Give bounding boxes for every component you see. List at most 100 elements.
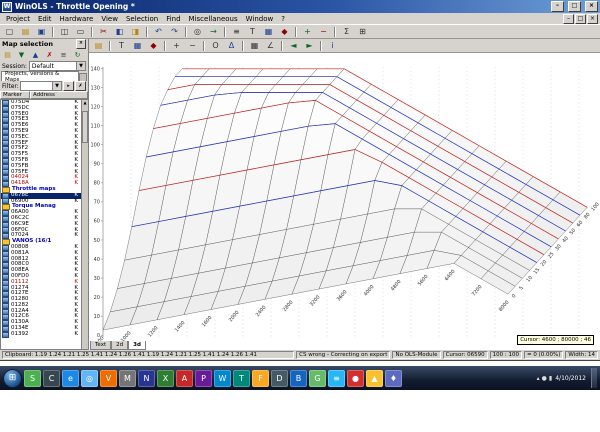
start-button[interactable]: ⊞	[3, 368, 22, 388]
filter-combo[interactable]: ▼	[19, 81, 62, 91]
new-button[interactable]: ▢	[2, 25, 17, 38]
view-tab-3d[interactable]: 3d	[128, 341, 146, 350]
chevron-down-icon[interactable]: ▼	[52, 82, 61, 90]
copy-button[interactable]: ◧	[112, 25, 127, 38]
menu-hardware[interactable]: Hardware	[56, 15, 98, 23]
panel-properties-button[interactable]: ≡	[57, 49, 70, 61]
panel-export-button[interactable]: ▲	[29, 49, 42, 61]
taskbar-app-icon[interactable]: D	[271, 369, 288, 387]
taskbar-app-icon[interactable]: ▲	[366, 369, 383, 387]
panel-import-button[interactable]: ▼	[15, 49, 28, 61]
taskbar-app-icon[interactable]: V	[100, 369, 117, 387]
prev-map-button[interactable]: ◄	[286, 39, 301, 52]
list-scrollbar[interactable]: ▲	[81, 100, 88, 349]
mdi-minimize-button[interactable]: –	[563, 13, 574, 24]
menu-selection[interactable]: Selection	[122, 15, 162, 23]
tray-icon[interactable]: ▮	[549, 375, 552, 382]
goto-button[interactable]: →	[206, 25, 221, 38]
preview-button[interactable]: ▭	[73, 25, 88, 38]
save-button[interactable]: ▣	[34, 25, 49, 38]
close-button[interactable]: ×	[585, 1, 598, 12]
map-2d-view-button[interactable]: ▦	[130, 39, 145, 52]
taskbar-app-icon[interactable]: P	[195, 369, 212, 387]
menu-window[interactable]: Window	[242, 15, 278, 23]
title-bar[interactable]: W WinOLS - Throttle Opening * – □ ×	[0, 0, 600, 13]
panel-refresh-button[interactable]: ↻	[71, 49, 84, 61]
paste-button[interactable]: ◨	[128, 25, 143, 38]
taskbar-app-icon[interactable]: T	[233, 369, 250, 387]
original-button[interactable]: O	[208, 39, 223, 52]
minimize-button[interactable]: –	[551, 1, 564, 12]
view-tab-text[interactable]: Text	[90, 341, 112, 350]
open-button[interactable]: ▤	[18, 25, 33, 38]
taskbar-app-icon[interactable]: e	[62, 369, 79, 387]
scroll-thumb[interactable]	[82, 111, 88, 143]
menu-?[interactable]: ?	[277, 15, 289, 23]
text-view-button[interactable]: T	[245, 25, 260, 38]
redo-button[interactable]: ↷	[167, 25, 182, 38]
taskbar-app-icon[interactable]: N	[138, 369, 155, 387]
difference-button[interactable]: Δ	[224, 39, 239, 52]
column-address[interactable]: Address	[30, 91, 88, 99]
zoom-out-button[interactable]: −	[185, 39, 200, 52]
checksum-button[interactable]: Σ	[339, 25, 354, 38]
menu-miscellaneous[interactable]: Miscellaneous	[185, 15, 242, 23]
taskbar-app-icon[interactable]: ♦	[385, 369, 402, 387]
print-button[interactable]: ◫	[57, 25, 72, 38]
taskbar-app-icon[interactable]: A	[176, 369, 193, 387]
tab-projects-versions-maps[interactable]: Projects, versions & Maps	[1, 71, 79, 83]
maximize-button[interactable]: □	[568, 1, 581, 12]
grid-button[interactable]: ▦	[247, 39, 262, 52]
view-tab-2d[interactable]: 2d	[111, 341, 129, 350]
undo-button[interactable]: ↶	[151, 25, 166, 38]
map-properties-button[interactable]: ▤	[91, 39, 106, 52]
mdi-restore-button[interactable]: □	[575, 13, 586, 24]
session-combo[interactable]: Default ▼	[28, 61, 86, 71]
menu-view[interactable]: View	[97, 15, 122, 23]
2d-view-button[interactable]: ▦	[261, 25, 276, 38]
map-3d-view-button[interactable]: ◆	[146, 39, 161, 52]
tray-icon[interactable]: ●	[542, 375, 547, 382]
panel-close-icon[interactable]: ×	[76, 39, 86, 49]
3d-view-button[interactable]: ◆	[277, 25, 292, 38]
filter-clear-button[interactable]: ✗	[75, 81, 86, 91]
next-map-button[interactable]: ►	[302, 39, 317, 52]
taskbar-app-icon[interactable]: C	[43, 369, 60, 387]
panel-open-button[interactable]: ▤	[1, 49, 14, 61]
tray-icon[interactable]: ▴	[537, 375, 540, 382]
taskbar-app-icon[interactable]: F	[252, 369, 269, 387]
filter-apply-button[interactable]: ▸	[63, 81, 74, 91]
taskbar-app-icon[interactable]: M	[119, 369, 136, 387]
tab-extra[interactable]	[79, 73, 87, 81]
axis-button[interactable]: ∠	[263, 39, 278, 52]
find-button[interactable]: ◎	[190, 25, 205, 38]
map-info-button[interactable]: i	[325, 39, 340, 52]
taskbar-app-icon[interactable]: S	[24, 369, 41, 387]
throttle-3d-plot[interactable]: 0102030405060708090100110120130140800100…	[89, 53, 600, 350]
taskbar-app-icon[interactable]: ●	[347, 369, 364, 387]
taskbar-app-icon[interactable]: X	[157, 369, 174, 387]
menu-project[interactable]: Project	[2, 15, 34, 23]
chevron-down-icon[interactable]: ▼	[76, 62, 85, 70]
taskbar-app-icon[interactable]: ≡	[328, 369, 345, 387]
taskbar-app-icon[interactable]: ◎	[81, 369, 98, 387]
map-text-view-button[interactable]: T	[114, 39, 129, 52]
zoom-in-button[interactable]: +	[169, 39, 184, 52]
taskbar-app-icon[interactable]: B	[290, 369, 307, 387]
add-map-button[interactable]: +	[300, 25, 315, 38]
taskbar-app-icon[interactable]: G	[309, 369, 326, 387]
remove-map-button[interactable]: −	[316, 25, 331, 38]
scroll-up-icon[interactable]: ▲	[83, 100, 86, 105]
menu-edit[interactable]: Edit	[34, 15, 56, 23]
map-row[interactable]: 01392 K	[1, 331, 81, 338]
taskbar-clock[interactable]: 4/10/2012	[555, 375, 586, 382]
hexdump-button[interactable]: ≡	[229, 25, 244, 38]
cut-button[interactable]: ✂	[96, 25, 111, 38]
menu-find[interactable]: Find	[162, 15, 184, 23]
panel-delete-button[interactable]: ✗	[43, 49, 56, 61]
mdi-close-button[interactable]: ×	[587, 13, 598, 24]
show-desktop-button[interactable]	[591, 368, 597, 388]
column-marker[interactable]: Marker	[0, 91, 30, 99]
taskbar-app-icon[interactable]: W	[214, 369, 231, 387]
settings-button[interactable]: ⊞	[355, 25, 370, 38]
